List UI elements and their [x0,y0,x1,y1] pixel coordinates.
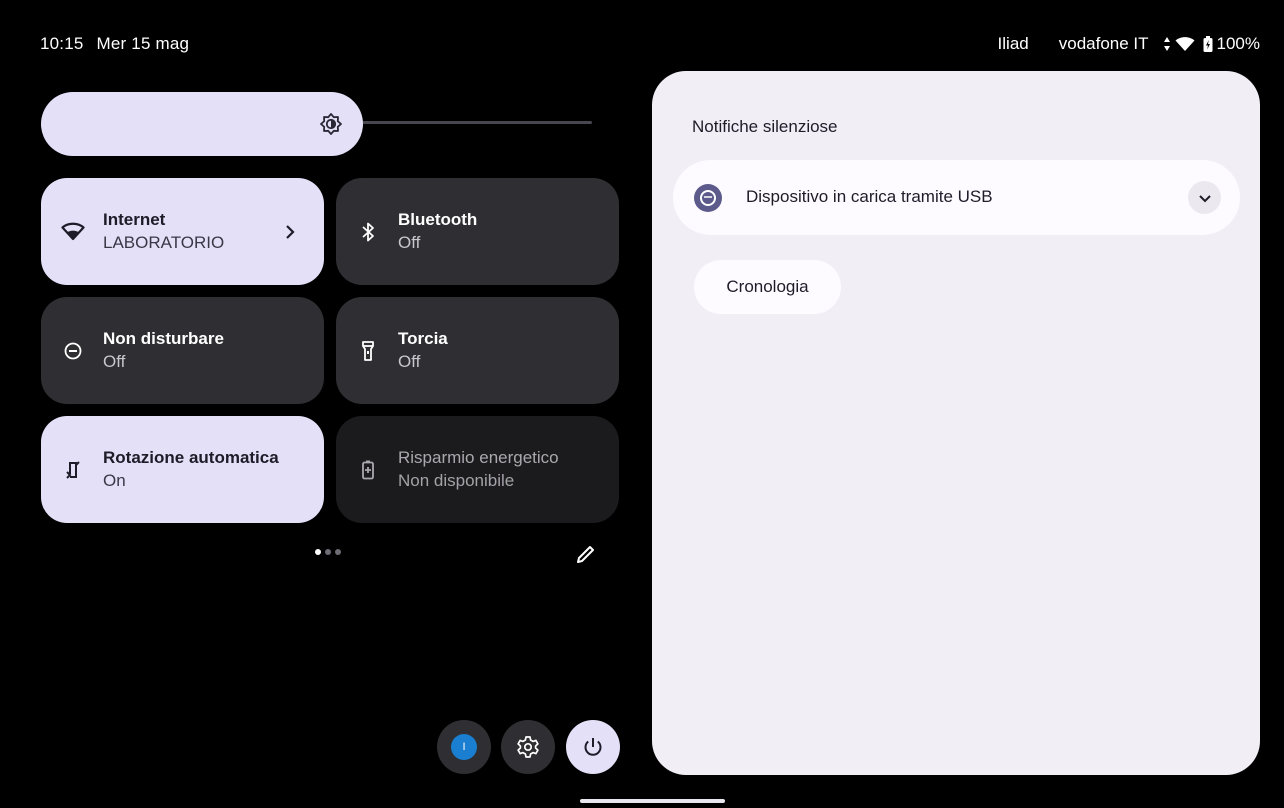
flashlight-icon [362,341,374,361]
tile-status: Off [103,352,126,371]
clock: 10:15 [40,34,84,53]
tile-flashlight[interactable]: Torcia Off [336,297,619,404]
user-switcher-button[interactable]: I [437,720,491,774]
brightness-track[interactable] [360,121,592,124]
tile-label: Bluetooth [398,210,478,229]
edit-pencil-icon[interactable] [575,543,597,565]
data-arrows-icon [1163,37,1170,51]
settings-button[interactable] [501,720,555,774]
dnd-icon [64,342,82,360]
notification-card[interactable]: Dispositivo in carica tramite USB [673,160,1240,235]
gear-icon [517,736,539,758]
expand-button[interactable] [1188,181,1221,214]
tile-label: Risparmio energetico [398,448,559,467]
page-dot [315,549,321,555]
tile-bluetooth[interactable]: Bluetooth Off [336,178,619,285]
tile-internet[interactable]: Internet LABORATORIO [41,178,324,285]
power-button[interactable] [566,720,620,774]
page-dot [325,549,331,555]
user-avatar: I [451,734,477,760]
bluetooth-icon [362,222,374,242]
usb-charging-icon [694,184,722,212]
home-gesture-bar[interactable] [580,799,725,803]
tile-do-not-disturb[interactable]: Non disturbare Off [41,297,324,404]
tile-status: Off [398,352,421,371]
carrier-2: vodafone IT [1058,34,1149,53]
tile-status: Non disponibile [398,471,515,490]
tile-label: Torcia [398,329,448,348]
wifi-icon [61,222,85,241]
wifi-status-icon [1175,37,1195,51]
status-bar-left: 10:15 Mer 15 mag [40,34,197,54]
tile-label: Non disturbare [103,329,224,348]
tile-label: Rotazione automatica [103,448,279,467]
brightness-icon [320,113,342,135]
status-icons: 100% [1163,34,1260,54]
date: Mer 15 mag [96,34,190,53]
battery-level: 100% [1216,34,1260,53]
carrier-1: Iliad [997,34,1029,53]
tile-battery-saver[interactable]: Risparmio energetico Non disponibile [336,416,619,523]
battery-saver-icon [362,460,374,480]
power-icon [584,738,602,756]
section-title: Notifiche silenziose [692,117,838,136]
page-indicator [315,549,341,555]
brightness-slider[interactable] [41,92,363,156]
battery-icon [1203,36,1213,52]
page-dot [335,549,341,555]
tile-status: Off [398,233,421,252]
chevron-down-icon [1198,194,1211,202]
rotate-icon [66,461,80,479]
notification-text: Dispositivo in carica tramite USB [746,187,993,206]
notification-panel: Notifiche silenziose Dispositivo in cari… [652,71,1260,775]
tile-status: On [103,471,126,490]
tile-auto-rotate[interactable]: Rotazione automatica On [41,416,324,523]
history-button[interactable]: Cronologia [694,260,841,314]
status-bar-right: Iliad vodafone IT 100% [998,34,1260,54]
chevron-right-icon [286,225,295,239]
